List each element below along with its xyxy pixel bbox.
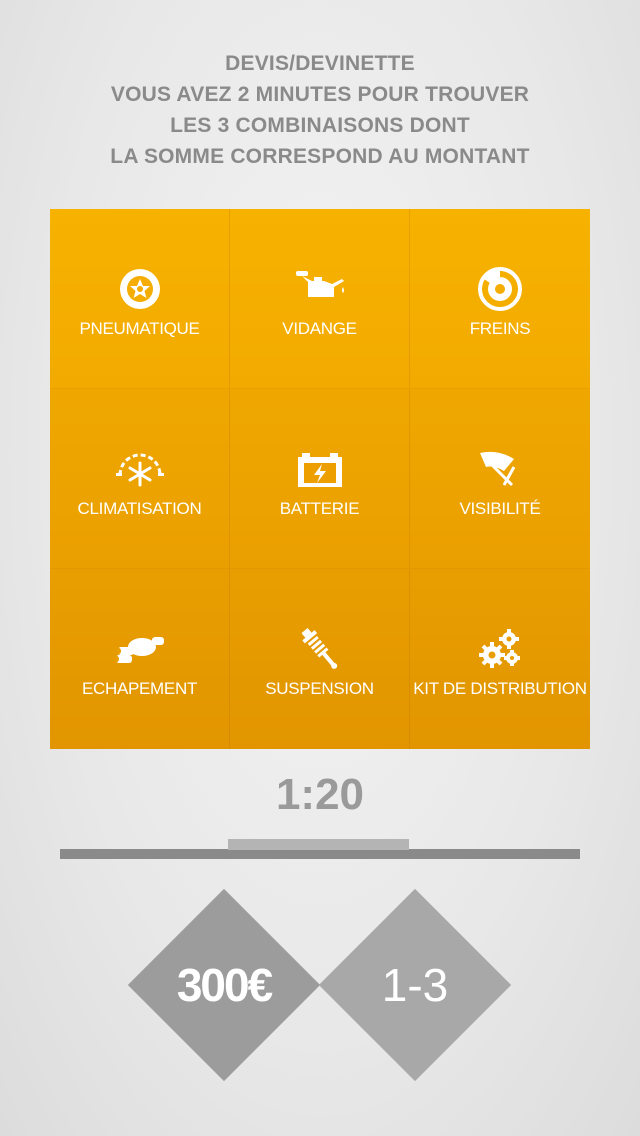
tile-label: ECHAPEMENT xyxy=(81,679,198,698)
tile-kit-de-distribution[interactable]: KIT DE DISTRIBUTION xyxy=(410,569,590,749)
tile-vidange[interactable]: VIDANGE xyxy=(230,209,410,389)
tile-label: KIT DE DISTRIBUTION xyxy=(413,679,587,698)
instructions: DEVIS/DEVINETTE VOUS AVEZ 2 MINUTES POUR… xyxy=(0,48,640,172)
tile-climatisation[interactable]: CLIMATISATION xyxy=(50,389,230,569)
tile-label: VISIBILITÉ xyxy=(459,498,541,518)
air-conditioning-icon xyxy=(115,453,164,486)
tile-label: VIDANGE xyxy=(282,318,357,338)
tile-pneumatique[interactable]: PNEUMATIQUE xyxy=(50,209,230,389)
combinations-found: 1-3 xyxy=(381,959,449,1011)
gears-icon xyxy=(479,629,520,668)
brake-disc-icon xyxy=(478,266,522,311)
countdown-timer: 1:20 xyxy=(275,770,365,819)
tile-freins[interactable]: FREINS xyxy=(410,209,590,389)
instructions-line-4: LA SOMME CORRESPOND AU MONTANT xyxy=(110,145,530,168)
service-grid: PNEUMATIQUE VIDANGE FREINS CLIMATISATION… xyxy=(50,209,590,749)
instructions-line-3: LES 3 COMBINAISONS DONT xyxy=(170,114,470,137)
tile-label: CLIMATISATION xyxy=(77,498,202,518)
exhaust-icon xyxy=(114,637,164,663)
target-amount: 300€ xyxy=(176,959,273,1011)
instructions-line-1: DEVIS/DEVINETTE xyxy=(225,52,415,75)
tile-echapement[interactable]: ECHAPEMENT xyxy=(50,569,230,749)
battery-icon xyxy=(297,452,342,487)
wiper-icon xyxy=(480,451,516,486)
progress-indicator xyxy=(228,839,409,850)
tile-label: SUSPENSION xyxy=(265,679,374,698)
tile-label: PNEUMATIQUE xyxy=(79,318,200,338)
tile-batterie[interactable]: BATTERIE xyxy=(230,389,410,569)
tile-label: BATTERIE xyxy=(279,498,360,518)
instructions-line-2: VOUS AVEZ 2 MINUTES POUR TROUVER xyxy=(110,83,530,106)
oil-can-icon xyxy=(295,270,344,297)
tile-suspension[interactable]: SUSPENSION xyxy=(230,569,410,749)
tile-label: FREINS xyxy=(469,318,531,338)
tile-visibilite[interactable]: VISIBILITÉ xyxy=(410,389,590,569)
shock-absorber-icon xyxy=(301,628,337,669)
tire-icon xyxy=(119,268,160,309)
progress-track xyxy=(60,849,580,859)
